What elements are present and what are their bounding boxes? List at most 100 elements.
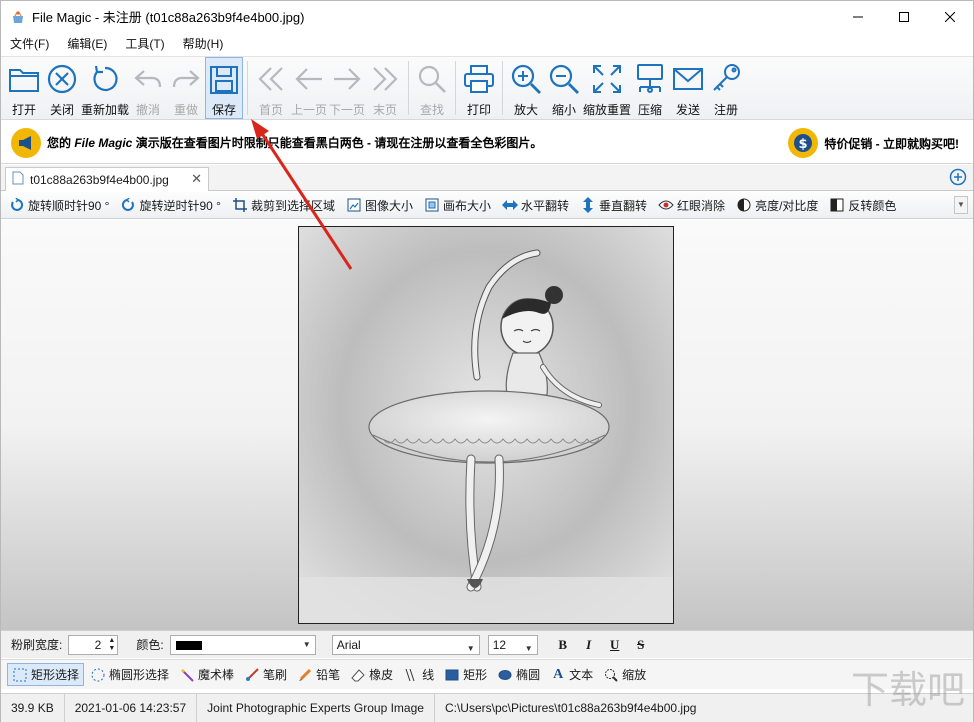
reload-icon — [87, 61, 123, 97]
color-select[interactable]: ▼ — [169, 634, 316, 655]
app-icon — [10, 9, 26, 25]
printer-icon — [461, 61, 497, 97]
add-tab-icon[interactable] — [949, 168, 967, 186]
save-button[interactable]: 保存 — [205, 57, 244, 119]
print-button[interactable]: 打印 — [460, 57, 498, 119]
zoom-out-icon — [546, 61, 582, 97]
rectangle-tool[interactable]: 矩形 — [440, 664, 491, 685]
send-button[interactable]: 发送 — [669, 57, 707, 119]
text-tool[interactable]: A 文本 — [546, 664, 597, 685]
zoom-out-button[interactable]: 缩小 — [545, 57, 583, 119]
red-eye-button[interactable]: 红眼消除 — [658, 197, 725, 214]
status-file-type: Joint Photographic Experts Group Image — [197, 693, 435, 722]
brush-width-label: 粉刷宽度: — [11, 638, 63, 652]
register-button[interactable]: 注册 — [707, 57, 745, 119]
promo-message[interactable]: 您的 File Magic 演示版在查看图片时限制只能查看黑白两色 - 请现在注… — [47, 134, 542, 151]
underline-button[interactable]: U — [604, 637, 626, 653]
ellipse-select-tool[interactable]: 椭圆形选择 — [86, 664, 173, 685]
canvas-size-icon — [424, 197, 440, 213]
close-window-button[interactable] — [927, 1, 973, 32]
menu-tools[interactable]: 工具(T) — [116, 33, 173, 55]
rotate-cw-icon — [9, 197, 25, 213]
color-swatch — [175, 640, 202, 650]
bold-button[interactable]: B — [552, 637, 574, 653]
chevron-down-icon: ▼ — [524, 643, 533, 653]
canvas-size-button[interactable]: 画布大小 — [424, 197, 491, 214]
rectangle-icon — [444, 667, 460, 683]
next-page-button[interactable]: 下一页 — [328, 57, 366, 119]
rect-select-tool[interactable]: 矩形选择 — [7, 663, 85, 686]
main-toolbar: 打开 关闭 重新加载 撤消 重做 保存 首页 上一页 下一页 末页 查找 打印 … — [1, 56, 973, 120]
pencil-tool[interactable]: 铅笔 — [293, 664, 344, 685]
font-select[interactable]: Arial ▼ — [331, 634, 480, 655]
search-icon — [414, 61, 450, 97]
redo-button[interactable]: 重做 — [167, 57, 205, 119]
undo-button[interactable]: 撤消 — [129, 57, 167, 119]
edit-toolbar: 旋转顺时针90 ° 旋转逆时针90 ° 裁剪到选择区域 图像大小 画布大小 水平… — [1, 192, 973, 219]
tab-close-icon[interactable]: ✕ — [191, 171, 202, 187]
rotate-ccw-button[interactable]: 旋转逆时针90 ° — [120, 197, 221, 214]
stepper-arrows-icon[interactable]: ▲ ▼ — [108, 637, 115, 653]
rotate-cw-button[interactable]: 旋转顺时针90 ° — [9, 197, 109, 214]
toolbar-separator — [455, 61, 457, 115]
find-button[interactable]: 查找 — [413, 57, 451, 119]
svg-text:$: $ — [799, 137, 808, 152]
minimize-button[interactable] — [835, 1, 881, 32]
flip-vertical-button[interactable]: 垂直翻转 — [580, 197, 647, 214]
zoom-tool[interactable]: 缩放 — [599, 664, 650, 685]
font-size-select[interactable]: 12 ▼ — [487, 634, 538, 655]
zoom-in-button[interactable]: 放大 — [507, 57, 545, 119]
tab-strip: t01c88a263b9f4e4b00.jpg ✕ — [1, 165, 973, 191]
maximize-button[interactable] — [881, 1, 927, 32]
reload-button[interactable]: 重新加载 — [81, 57, 129, 119]
eye-icon — [658, 197, 674, 213]
window-title: File Magic - 未注册 (t01c88a263b9f4e4b00.jp… — [32, 10, 305, 25]
promo-sale-text: 特价促销 - 立即就购买吧! — [824, 136, 959, 151]
promo-bar: 您的 File Magic 演示版在查看图片时限制只能查看黑白两色 - 请现在注… — [1, 122, 973, 164]
open-button[interactable]: 打开 — [5, 57, 43, 119]
text-icon: A — [553, 666, 564, 682]
brush-tool[interactable]: 笔刷 — [240, 664, 291, 685]
menu-bar: 文件(F) 编辑(E) 工具(T) 帮助(H) — [1, 33, 973, 55]
compress-button[interactable]: 压缩 — [631, 57, 669, 119]
horizontal-arrows-icon — [502, 197, 519, 213]
envelope-icon — [670, 61, 706, 97]
ellipse-tool[interactable]: 椭圆 — [493, 664, 544, 685]
crop-button[interactable]: 裁剪到选择区域 — [232, 197, 335, 214]
tab-filename: t01c88a263b9f4e4b00.jpg — [30, 172, 169, 187]
document-tab[interactable]: t01c88a263b9f4e4b00.jpg ✕ — [5, 167, 209, 191]
magic-wand-tool[interactable]: 魔术棒 — [175, 664, 238, 685]
rotate-ccw-icon — [120, 197, 136, 213]
strikethrough-button[interactable]: S — [630, 637, 652, 653]
flip-horizontal-button[interactable]: 水平翻转 — [502, 197, 569, 214]
folder-icon — [6, 61, 42, 97]
double-chevron-right-icon — [367, 61, 403, 97]
expand-arrows-icon — [589, 61, 625, 97]
chevron-down-icon: ▼ — [466, 643, 475, 653]
brush-width-stepper[interactable]: 2 ▲ ▼ — [68, 634, 119, 655]
prev-page-button[interactable]: 上一页 — [290, 57, 328, 119]
image-size-button[interactable]: 图像大小 — [346, 197, 413, 214]
ellipse-icon — [497, 667, 513, 683]
last-page-button[interactable]: 末页 — [366, 57, 404, 119]
brightness-contrast-button[interactable]: 亮度/对比度 — [736, 197, 818, 214]
document-icon — [12, 171, 24, 188]
key-icon — [708, 61, 744, 97]
image-canvas[interactable] — [1, 220, 973, 630]
zoom-reset-button[interactable]: 缩放重置 — [583, 57, 631, 119]
line-tool[interactable]: 线 — [399, 664, 438, 685]
italic-button[interactable]: I — [578, 637, 600, 653]
invert-colors-button[interactable]: 反转颜色 — [829, 197, 896, 214]
menu-edit[interactable]: 编辑(E) — [58, 33, 116, 55]
eraser-tool[interactable]: 橡皮 — [346, 664, 397, 685]
double-chevron-left-icon — [253, 61, 289, 97]
brush-icon — [244, 667, 260, 683]
promo-sale[interactable]: $ 特价促销 - 立即就购买吧! — [788, 128, 959, 158]
status-file-path: C:\Users\pc\Pictures\t01c88a263b9f4e4b00… — [444, 700, 697, 715]
menu-file[interactable]: 文件(F) — [1, 33, 58, 55]
chevron-down-icon: ▼ — [302, 639, 311, 649]
menu-help[interactable]: 帮助(H) — [174, 33, 233, 55]
toolbar-overflow-button[interactable]: ▼ — [954, 196, 968, 214]
close-button[interactable]: 关闭 — [43, 57, 81, 119]
first-page-button[interactable]: 首页 — [252, 57, 290, 119]
